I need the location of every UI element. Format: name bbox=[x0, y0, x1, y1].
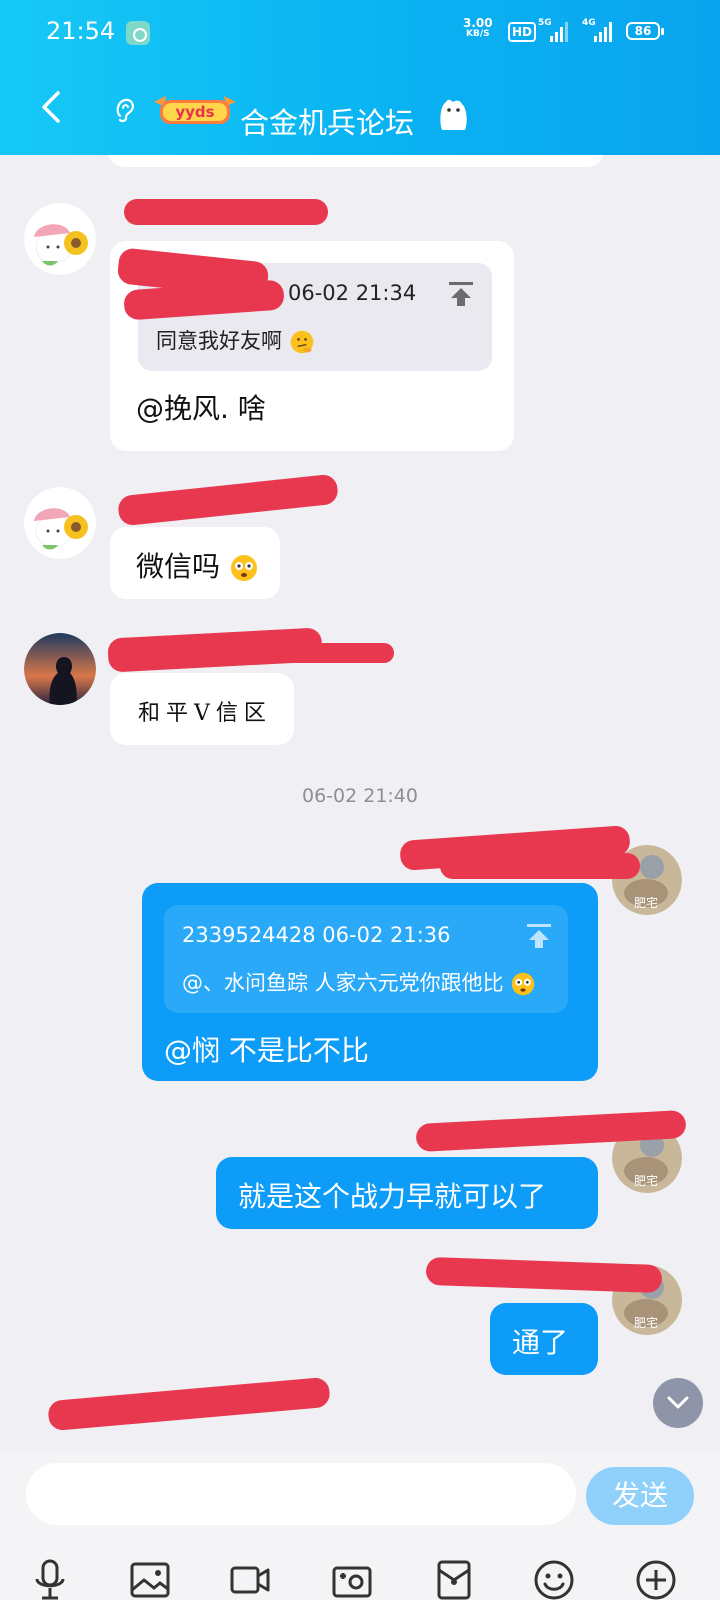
signal-5g-label: 5G bbox=[538, 18, 552, 28]
quoted-time: 06-02 21:34 bbox=[288, 281, 417, 305]
network-speed: 3.00 KB/S bbox=[463, 16, 493, 40]
message-text: 微信吗 bbox=[136, 550, 221, 583]
redacted-sender-name bbox=[124, 199, 328, 225]
network-speed-unit: KB/S bbox=[466, 29, 490, 39]
message-bubble[interactable]: 就是这个战力早就可以了 bbox=[216, 1157, 598, 1229]
battery-icon: 86 bbox=[626, 22, 664, 40]
quoted-text: 同意我好友啊 bbox=[156, 329, 282, 353]
time-divider: 06-02 21:40 bbox=[301, 785, 418, 807]
message-text: @悯 不是比不比 bbox=[164, 1034, 369, 1067]
message-bubble[interactable]: 通了 bbox=[490, 1303, 598, 1375]
notification-app-icon bbox=[126, 21, 150, 45]
quoted-header: 2339524428 06-02 21:36 bbox=[182, 923, 451, 947]
yyds-badge-icon: yyds bbox=[154, 96, 236, 124]
message-input[interactable] bbox=[26, 1463, 576, 1525]
back-arrow-icon[interactable] bbox=[38, 90, 64, 124]
mascot-icon bbox=[440, 99, 467, 130]
confused-emoji-icon bbox=[230, 555, 257, 581]
status-time: 21:54 bbox=[46, 17, 116, 45]
chevron-down-icon bbox=[667, 1396, 689, 1409]
chat-header: 21:54 3.00 KB/S HD 5G 4G 86 yyds 合金机兵论坛 bbox=[0, 0, 720, 155]
jump-to-quote-icon[interactable] bbox=[526, 923, 552, 949]
message-text: 通了 bbox=[512, 1326, 569, 1359]
previous-message-bubble bbox=[108, 155, 604, 167]
confused-emoji-icon bbox=[512, 972, 535, 996]
redacted-sender-name bbox=[117, 473, 339, 527]
sender-avatar[interactable] bbox=[24, 487, 96, 559]
avatar-caption: 肥宅 bbox=[634, 895, 658, 910]
scroll-to-bottom-button[interactable] bbox=[653, 1378, 703, 1428]
hd-voice-icon: HD bbox=[508, 22, 537, 42]
quoted-text: @、水问鱼踪 人家六元党你跟他比 bbox=[182, 971, 504, 995]
emoji-icon[interactable] bbox=[532, 1558, 576, 1600]
message-text: 和平V信区 bbox=[138, 701, 272, 726]
message-bubble[interactable]: 2339524428 06-02 21:36 @、水问鱼踪 人家六元党你跟他比 … bbox=[142, 883, 598, 1081]
status-bar: 21:54 3.00 KB/S HD 5G 4G 86 bbox=[0, 0, 720, 64]
message-bubble[interactable]: 和平V信区 bbox=[110, 673, 294, 745]
message-list[interactable]: 06-02 21:34 同意我好友啊 @挽风. 啥 微信吗 和平V信区 06-0… bbox=[0, 155, 720, 1453]
network-speed-value: 3.00 bbox=[463, 16, 493, 30]
video-icon[interactable] bbox=[228, 1558, 272, 1600]
sender-avatar[interactable] bbox=[24, 203, 96, 275]
message-text-row: 微信吗 bbox=[136, 545, 259, 585]
redacted-sender-name-2 bbox=[440, 853, 640, 879]
message-text: 就是这个战力早就可以了 bbox=[238, 1180, 547, 1213]
plus-icon[interactable] bbox=[634, 1558, 678, 1600]
yyds-badge-text: yyds bbox=[175, 103, 214, 121]
group-title[interactable]: 合金机兵论坛 bbox=[240, 100, 414, 142]
sender-avatar[interactable] bbox=[24, 633, 96, 705]
microphone-icon[interactable] bbox=[28, 1558, 72, 1600]
avatar-caption: 肥宅 bbox=[634, 1315, 658, 1330]
composer: 发送 bbox=[0, 1453, 720, 1600]
redacted-sender-name-2 bbox=[238, 643, 394, 663]
signal-5g-icon: 5G bbox=[538, 18, 568, 42]
quoted-reply[interactable]: 2339524428 06-02 21:36 @、水问鱼踪 人家六元党你跟他比 bbox=[164, 905, 568, 1013]
send-button[interactable]: 发送 bbox=[586, 1467, 694, 1525]
ear-icon[interactable] bbox=[112, 94, 138, 124]
image-icon[interactable] bbox=[128, 1558, 172, 1600]
camera-icon[interactable] bbox=[330, 1558, 374, 1600]
redacted-sender-name bbox=[47, 1376, 331, 1432]
signal-4g-label: 4G bbox=[582, 18, 596, 28]
redacted-sender-name bbox=[425, 1256, 663, 1294]
quoted-text-row: 同意我好友啊 bbox=[156, 325, 315, 355]
thinking-emoji-icon bbox=[290, 330, 313, 354]
quoted-text-row: @、水问鱼踪 人家六元党你跟他比 bbox=[182, 967, 536, 997]
jump-to-quote-icon[interactable] bbox=[448, 281, 474, 307]
signal-4g-icon: 4G bbox=[582, 18, 612, 42]
red-packet-icon[interactable] bbox=[432, 1558, 476, 1600]
message-text: @挽风. 啥 bbox=[136, 392, 266, 425]
avatar-caption: 肥宅 bbox=[634, 1173, 658, 1188]
message-bubble[interactable]: 微信吗 bbox=[110, 527, 280, 599]
